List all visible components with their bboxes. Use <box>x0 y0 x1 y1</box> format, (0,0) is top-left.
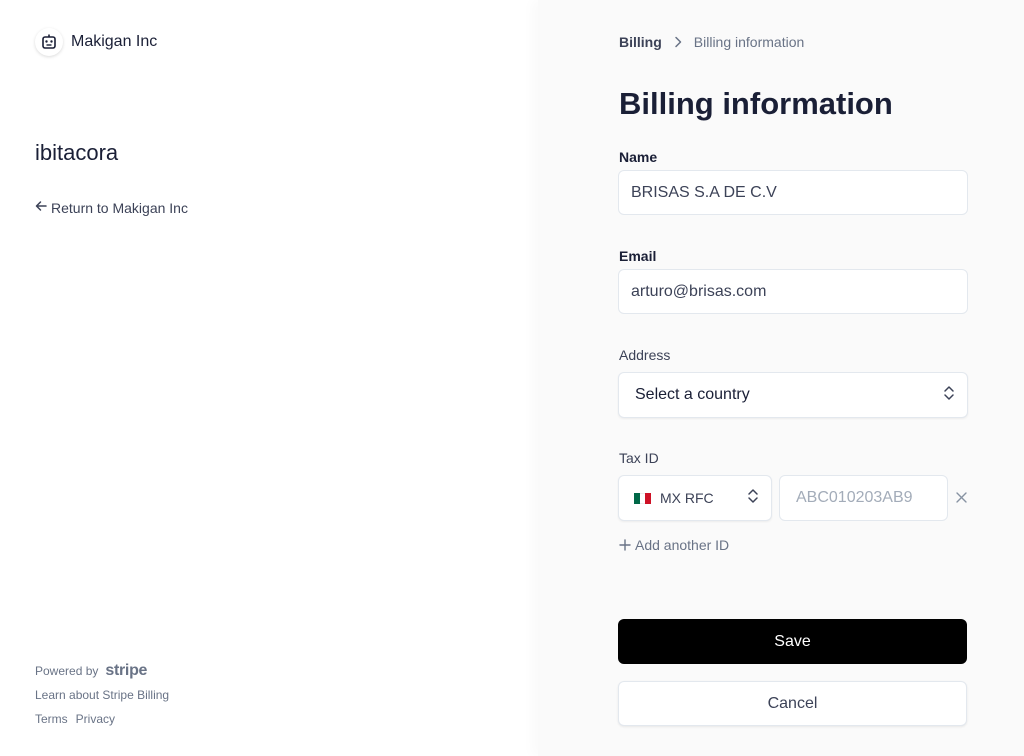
left-pane: Makigan Inc ibitacora Return to Makigan … <box>0 0 538 756</box>
account-name: ibitacora <box>35 140 119 165</box>
terms-link[interactable]: Terms <box>35 712 68 726</box>
footer: Powered by stripe Learn about Stripe Bil… <box>35 662 169 726</box>
country-select-value: Select a country <box>635 386 750 403</box>
page-title: Billing information <box>619 86 893 121</box>
add-tax-id-label: Add another ID <box>635 537 730 553</box>
stripe-logo: stripe <box>105 662 148 679</box>
tax-id-label: Tax ID <box>619 450 659 466</box>
brand[interactable]: Makigan Inc <box>35 28 157 56</box>
name-label: Name <box>619 149 658 165</box>
breadcrumb-billing[interactable]: Billing <box>619 34 662 50</box>
robot-icon <box>35 28 63 56</box>
powered-by[interactable]: Powered by stripe <box>35 662 169 680</box>
email-label: Email <box>619 248 657 264</box>
legal-links: Terms Privacy <box>35 712 169 726</box>
email-field[interactable] <box>618 269 968 314</box>
save-button[interactable]: Save <box>618 619 967 664</box>
plus-icon <box>619 539 631 551</box>
return-link[interactable]: Return to Makigan Inc <box>35 199 188 216</box>
close-icon[interactable] <box>952 488 970 506</box>
tax-type-select[interactable]: MX RFC <box>618 475 772 521</box>
add-tax-id-button[interactable]: Add another ID <box>619 537 729 553</box>
country-select[interactable]: Select a country <box>618 372 968 418</box>
learn-link[interactable]: Learn about Stripe Billing <box>35 688 169 702</box>
cancel-button[interactable]: Cancel <box>618 681 967 726</box>
privacy-link[interactable]: Privacy <box>76 712 115 726</box>
powered-by-label: Powered by <box>35 664 99 678</box>
tax-type-value: MX RFC <box>660 490 714 506</box>
chevron-up-down-icon <box>747 488 759 509</box>
mexico-flag-icon <box>634 492 652 504</box>
arrow-left-icon <box>35 199 47 216</box>
tax-id-input[interactable] <box>779 475 948 521</box>
breadcrumb-current: Billing information <box>693 34 805 50</box>
return-link-label: Return to Makigan Inc <box>51 199 188 216</box>
chevron-right-icon <box>674 36 682 48</box>
brand-name: Makigan Inc <box>71 33 158 50</box>
breadcrumb: Billing Billing information <box>619 34 804 50</box>
address-label: Address <box>619 347 671 363</box>
chevron-up-down-icon <box>943 385 955 406</box>
right-pane: Billing Billing information Billing info… <box>538 0 1024 756</box>
name-field[interactable] <box>618 170 968 215</box>
